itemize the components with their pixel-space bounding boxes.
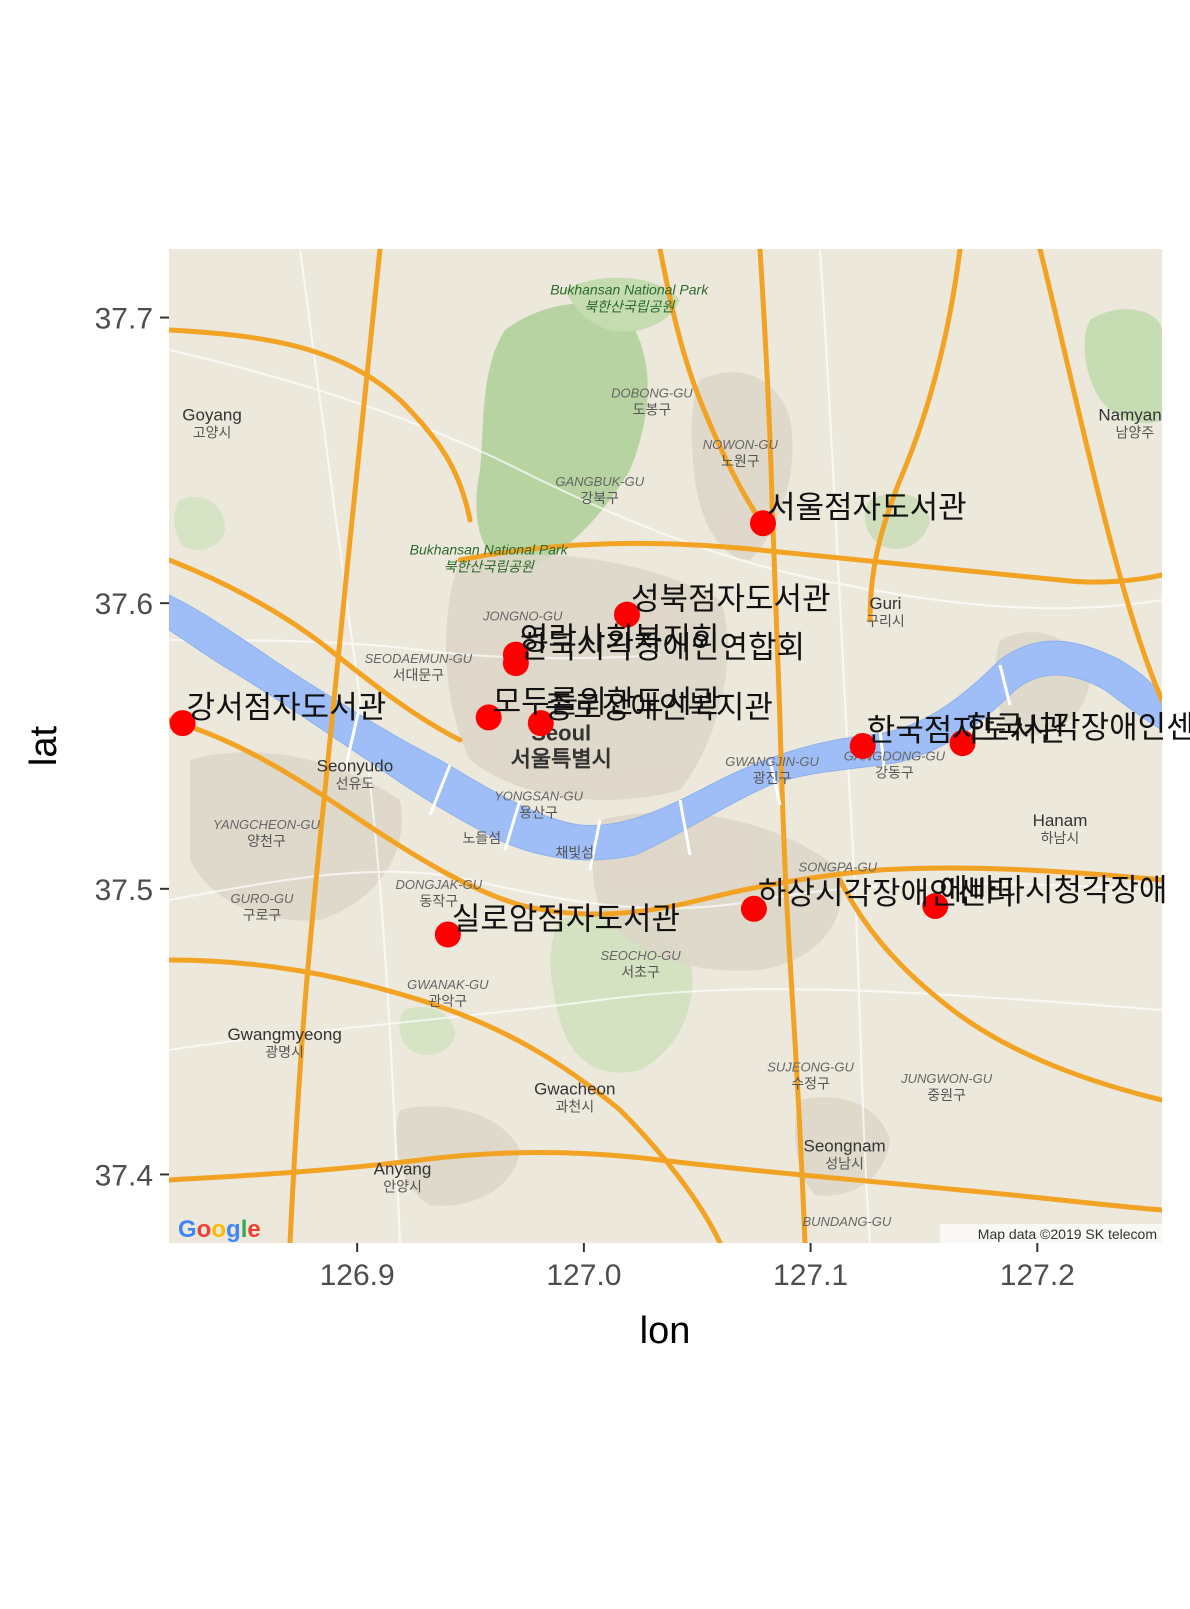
x-axis: 126.9 127.0 127.1 127.2 [320, 1243, 1075, 1292]
map-place-label-gwangmyeong: Gwangmyeong [227, 1025, 341, 1044]
map-place-korean-label-bukhansan-national-park: 북한산국립공원 [584, 299, 675, 315]
library-point-label: 에바다시청각장애 [939, 873, 1167, 909]
map-place-label-guro-gu: GURO-GU [231, 891, 294, 906]
map-place-korean-label-gwangjin-gu: 광진구 [753, 770, 792, 786]
map-attribution: Map data ©2019 SK telecom [978, 1226, 1157, 1242]
map-place-label-seocho-gu: SEOCHO-GU [600, 948, 681, 963]
map-place-korean-label-hanam: 하남시 [1041, 830, 1080, 846]
map-place-label-place-16: 채빛섬 [555, 844, 594, 860]
map-place-label-dobong-gu: DOBONG-GU [611, 386, 693, 401]
plot-svg: Bukhansan National Park북한산국립공원Bukhansan … [23, 249, 1190, 1352]
map-place-korean-label-yangcheon-gu: 양천구 [247, 833, 286, 849]
map-place-korean-label-gwacheon: 과천시 [555, 1098, 594, 1114]
map-place-korean-label-guri: 구리시 [866, 613, 905, 629]
map-scatter-plot: Bukhansan National Park 북한산국립공원 Bukhansan … [0, 0, 1190, 1609]
map-place-korean-label-goyang: 고양시 [193, 424, 232, 440]
library-point-label: 서울점자도서관 [767, 490, 967, 526]
map-place-label-dongjak-gu: DONGJAK-GU [395, 877, 482, 892]
google-logo: Google [178, 1216, 261, 1243]
map-place-korean-label-guro-gu: 구로구 [243, 907, 282, 923]
map-place-korean-label-sujeong-gu: 수정구 [791, 1076, 830, 1092]
map-place-label-gwanak-gu: GWANAK-GU [407, 977, 489, 992]
map-place-korean-label-seocho-gu: 서초구 [621, 964, 660, 980]
x-tick-label: 126.9 [320, 1259, 395, 1292]
map-place-korean-label-seodaemun-gu: 서대문구 [393, 667, 445, 683]
map-place-label-nowon-gu: NOWON-GU [703, 437, 779, 452]
map-place-label-seongnam: Seongnam [803, 1137, 885, 1156]
map-place-label-guri: Guri [869, 594, 901, 613]
map-place-label-songpa-gu: SONGPA-GU [799, 860, 878, 875]
map-place-label-yongsan-gu: YONGSAN-GU [494, 788, 583, 803]
y-axis: 37.4 37.5 37.6 37.7 [95, 303, 169, 1192]
x-tick-label: 127.2 [1000, 1259, 1075, 1292]
map-place-korean-label-dobong-gu: 도봉구 [633, 402, 672, 418]
map-place-label-seonyudo: Seonyudo [317, 757, 394, 776]
map-place-korean-label-gwanak-gu: 관악구 [429, 993, 468, 1009]
map-place-korean-label-jungwon-gu: 중원구 [927, 1087, 966, 1103]
y-tick-label: 37.6 [95, 588, 153, 621]
map-place-korean-label-bukhansan-national-park: 북한산국립공원 [444, 559, 535, 575]
map-place-korean-label-anyang: 안양시 [383, 1178, 422, 1194]
library-point-label: 한국시각장애인센터 [966, 710, 1190, 746]
map-place-label-gwangjin-gu: GWANGJIN-GU [725, 754, 819, 769]
map-place-label-bukhansan-national-park: Bukhansan National Park [550, 282, 709, 298]
map-place-label-namyang: Namyang [1098, 405, 1171, 424]
map-place-label-yangcheon-gu: YANGCHEON-GU [213, 817, 321, 832]
map-place-korean-label-gangdong-gu: 강동구 [875, 764, 914, 780]
map-place-label-anyang: Anyang [374, 1159, 432, 1178]
library-point-label: 성북점자도서관 [631, 582, 831, 618]
library-point-label: 실로암점자도서관 [452, 902, 680, 938]
map-place-label-sujeong-gu: SUJEONG-GU [767, 1060, 854, 1075]
map-place-label-bundang-gu: BUNDANG-GU [802, 1214, 891, 1229]
map-place-korean-label-nowon-gu: 노원구 [721, 453, 760, 469]
map-place-label-place-15: 노들섬 [463, 830, 502, 846]
library-point-label: 한국시각장애인연합회 [520, 630, 805, 666]
y-axis-title: lat [23, 725, 65, 766]
map-place-label-gangbuk-gu: GANGBUK-GU [555, 474, 644, 489]
library-point-label: 종로장애인복지관 [545, 690, 773, 726]
y-tick-label: 37.7 [95, 303, 153, 336]
map-place-label-gwacheon: Gwacheon [534, 1079, 615, 1098]
map-place-korean-label-gwangmyeong: 광명시 [265, 1044, 304, 1060]
x-axis-title: lon [640, 1310, 691, 1352]
map-place-label-seodaemun-gu: SEODAEMUN-GU [365, 651, 473, 666]
map-place-label-bukhansan-national-park: Bukhansan National Park [410, 542, 569, 558]
map-place-label-hanam: Hanam [1033, 811, 1088, 830]
library-point-label: 강서점자도서관 [187, 690, 387, 726]
map-place-korean-label-gangbuk-gu: 강북구 [580, 490, 619, 506]
map-place-korean-label-namyang: 남양주 [1115, 424, 1154, 440]
x-tick-label: 127.0 [546, 1259, 621, 1292]
x-tick-label: 127.1 [773, 1259, 848, 1292]
map-place-label-jungwon-gu: JUNGWON-GU [900, 1071, 993, 1086]
map-place-label-goyang: Goyang [182, 405, 242, 424]
y-tick-label: 37.4 [95, 1159, 153, 1192]
seoul-korean-place-label: 서울특별시 [511, 746, 612, 771]
map-place-korean-label-seonyudo: 선유도 [336, 776, 375, 792]
map-place-korean-label-yongsan-gu: 용산구 [519, 804, 558, 820]
map-place-korean-label-seongnam: 성남시 [825, 1156, 864, 1172]
y-tick-label: 37.5 [95, 874, 153, 907]
